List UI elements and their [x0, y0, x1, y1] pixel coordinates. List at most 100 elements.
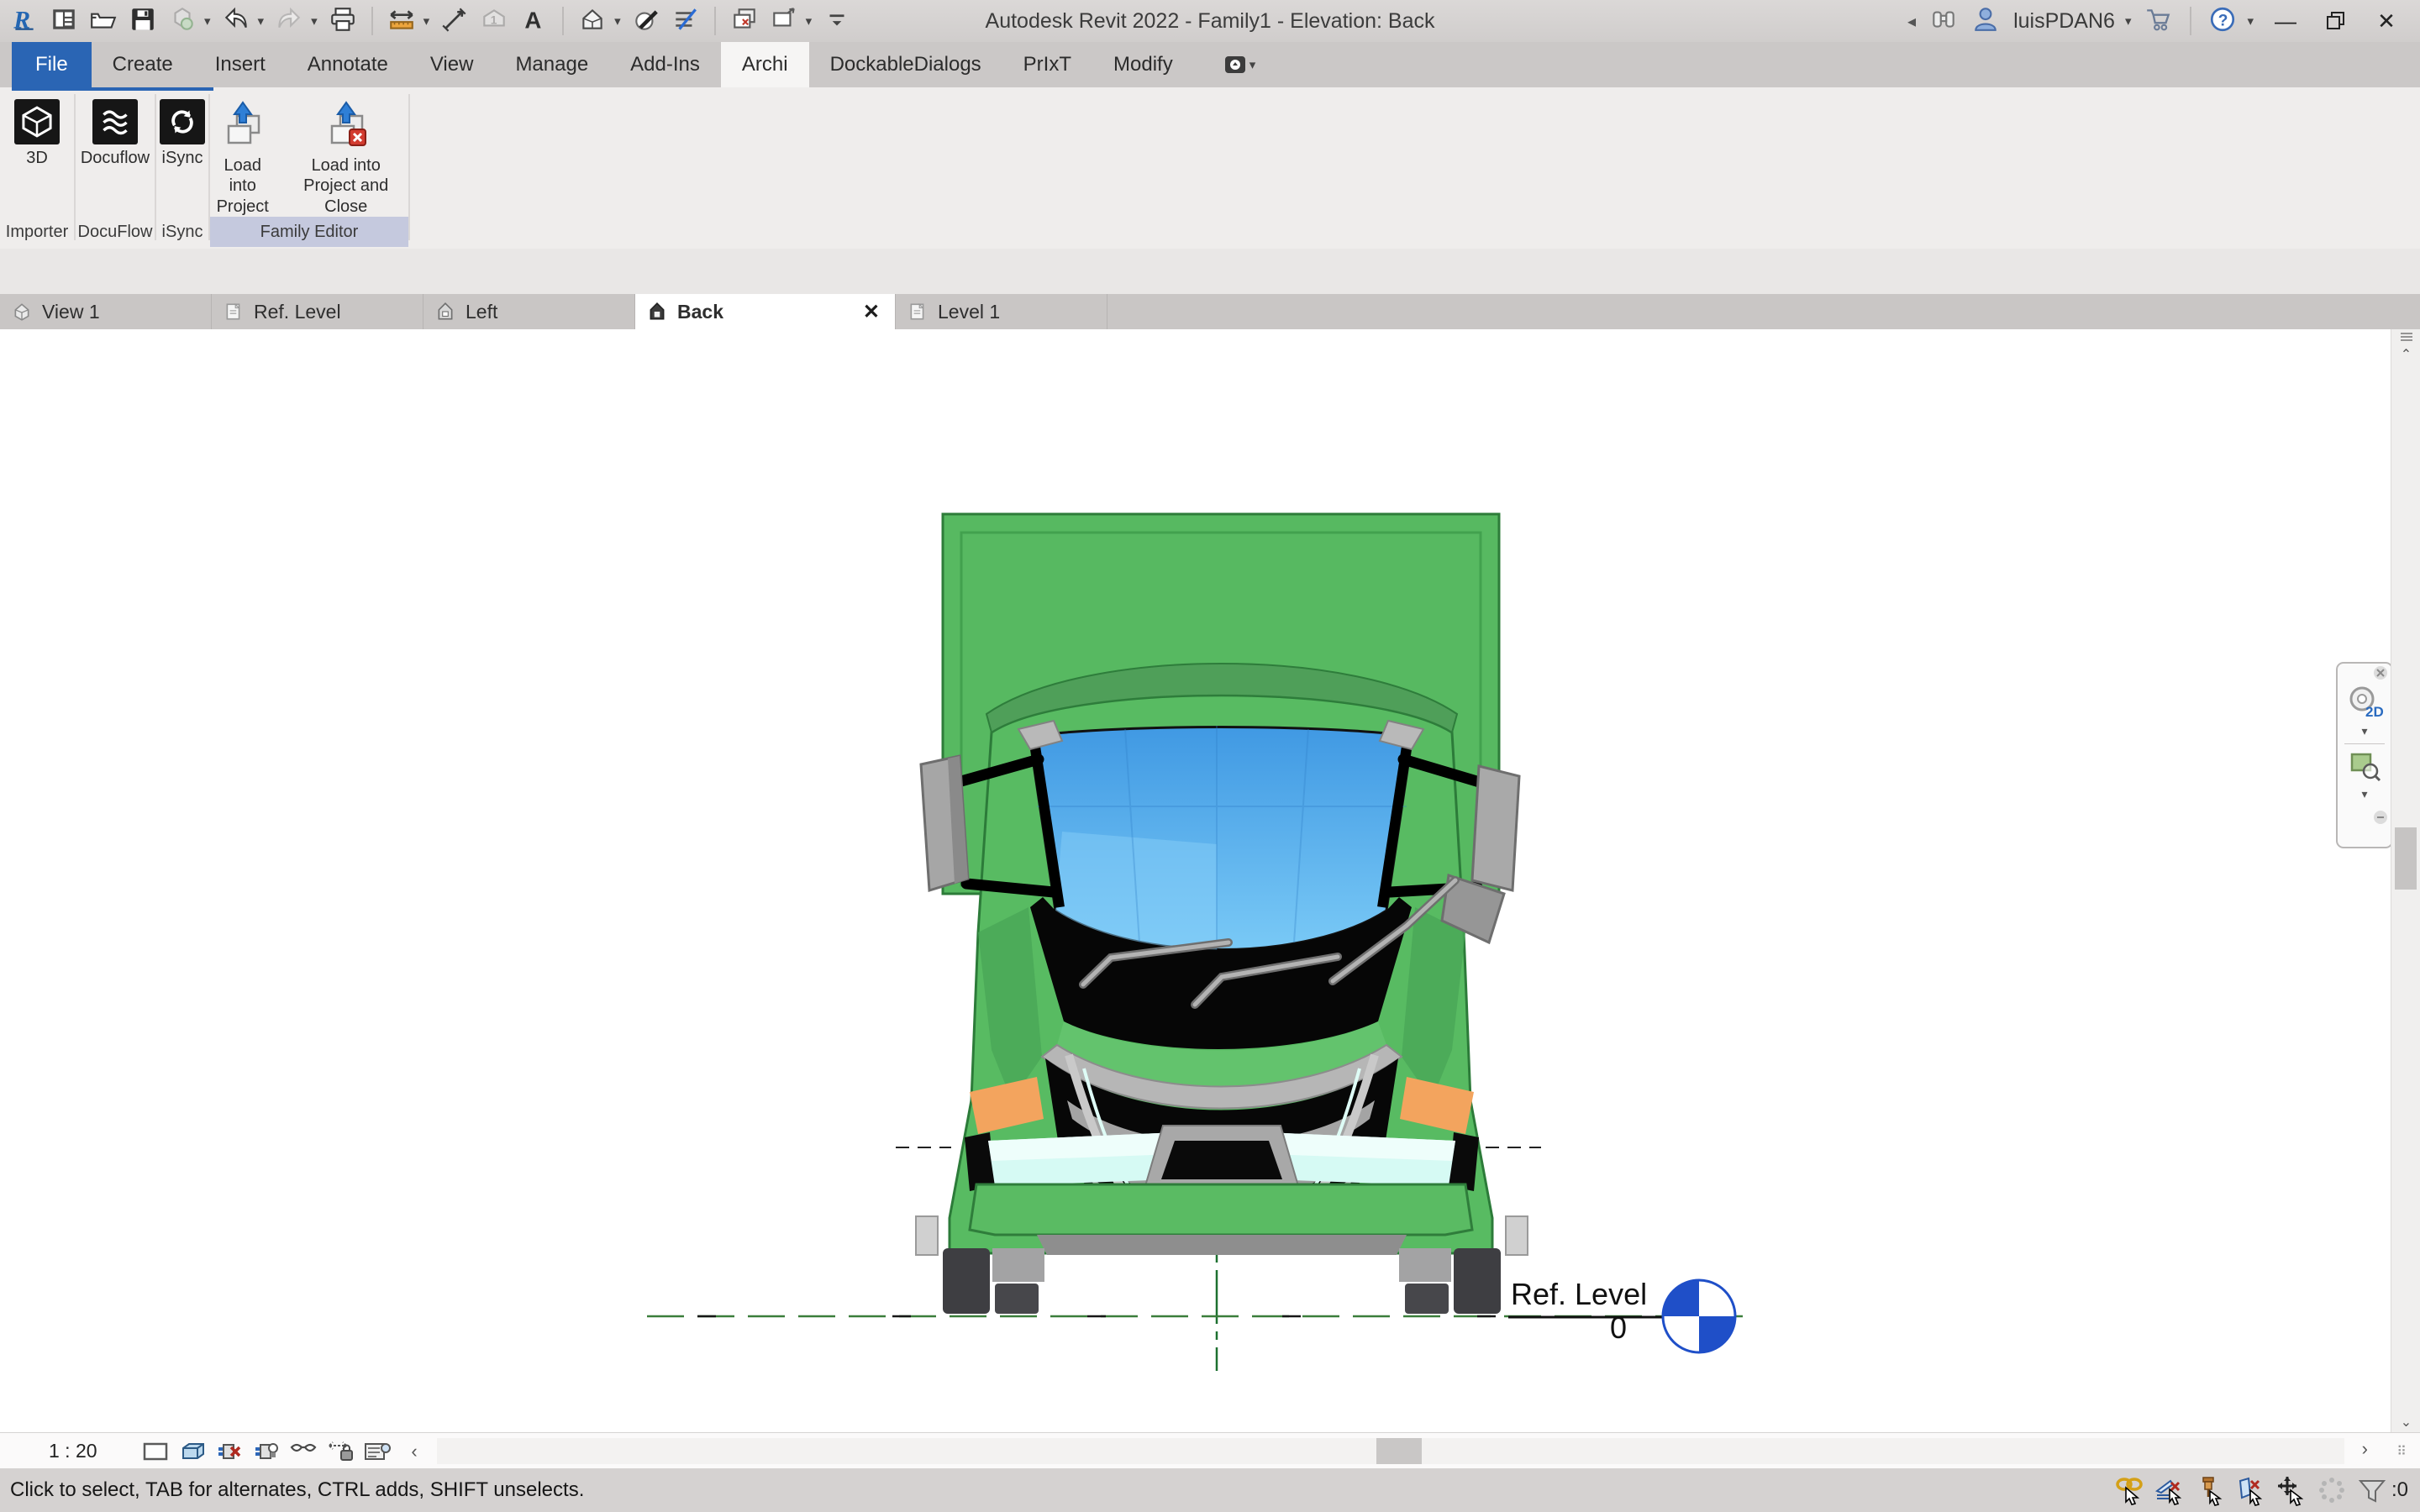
panel-label-importer[interactable]: Importer: [0, 217, 74, 247]
text-icon[interactable]: A: [519, 5, 548, 38]
redo-dropdown-icon[interactable]: ▾: [311, 13, 318, 29]
temporary-hide-isolate-icon[interactable]: [289, 1437, 318, 1466]
user-avatar-icon[interactable]: [1971, 5, 2000, 38]
ribbon-display-toggle[interactable]: ▾: [1223, 42, 1256, 87]
redo-icon[interactable]: [275, 5, 303, 38]
scrollbar-split-icon[interactable]: [2391, 329, 2420, 346]
close-hidden-windows-icon[interactable]: [730, 5, 759, 38]
switch-windows-dropdown-icon[interactable]: ▾: [806, 13, 813, 29]
open-icon[interactable]: [89, 5, 118, 38]
sun-path-icon[interactable]: [215, 1437, 244, 1466]
level-head-symbol[interactable]: [1660, 1278, 1738, 1355]
close-view-icon[interactable]: ✕: [863, 300, 880, 324]
tab-archi[interactable]: Archi: [721, 42, 809, 87]
aligned-dimension-icon[interactable]: [440, 5, 469, 38]
isync-button[interactable]: iSync: [160, 94, 205, 168]
horizontal-scrollbar[interactable]: [437, 1438, 2344, 1464]
sync-dropdown-icon[interactable]: ▾: [204, 13, 211, 29]
3d-view-dropdown-icon[interactable]: ▾: [614, 13, 621, 29]
docuflow-button[interactable]: Docuflow: [81, 94, 150, 168]
3d-view-icon: [12, 302, 32, 322]
show-crop-region-icon[interactable]: [363, 1437, 392, 1466]
panel-label-family-editor[interactable]: Family Editor: [210, 217, 408, 247]
detail-level-icon[interactable]: [141, 1437, 170, 1466]
signed-in-user[interactable]: luisPDAN6: [2013, 9, 2115, 34]
truck-family-geometry[interactable]: [911, 512, 1533, 1317]
save-icon[interactable]: [129, 5, 157, 38]
filter-icon[interactable]: [2356, 1474, 2388, 1506]
project-window-icon[interactable]: [50, 5, 78, 38]
restore-button[interactable]: [2317, 0, 2354, 42]
store-cart-icon[interactable]: [2144, 5, 2173, 38]
drawing-area[interactable]: Ref. Level 0 2D ▾ ▾ ⌃ ⌄: [0, 329, 2420, 1432]
tab-insert[interactable]: Insert: [194, 42, 287, 87]
level-elevation-value[interactable]: 0: [1610, 1310, 1627, 1346]
help-icon[interactable]: ?: [2208, 5, 2237, 38]
measure-dropdown-icon[interactable]: ▾: [424, 13, 430, 29]
resize-grip[interactable]: ⠿: [2396, 1443, 2408, 1460]
revit-logo[interactable]: R: [10, 5, 39, 38]
tab-modify[interactable]: Modify: [1092, 42, 1194, 87]
zoom-dropdown-icon[interactable]: ▾: [2361, 787, 2367, 801]
select-underlay-icon[interactable]: [2154, 1474, 2186, 1506]
tab-dockabledialogs[interactable]: DockableDialogs: [809, 42, 1002, 87]
tab-manage[interactable]: Manage: [494, 42, 609, 87]
measure-icon[interactable]: [387, 5, 416, 38]
load-into-project-button[interactable]: Load intoProject: [210, 94, 275, 217]
visual-style-icon[interactable]: [178, 1437, 207, 1466]
background-processes-icon[interactable]: [2316, 1474, 2348, 1506]
undo-dropdown-icon[interactable]: ▾: [258, 13, 265, 29]
quick-access-toolbar: R ▾ ▾ ▾ ▾ 1 A ▾ ▾: [0, 5, 851, 38]
3d-importer-button[interactable]: 3D: [14, 94, 60, 168]
sync-icon[interactable]: [168, 5, 197, 38]
switch-windows-icon[interactable]: [770, 5, 798, 38]
help-dropdown-icon[interactable]: ▾: [2247, 13, 2254, 29]
scroll-right-icon[interactable]: ›: [2362, 1438, 2368, 1460]
wheel-dropdown-icon[interactable]: ▾: [2361, 724, 2367, 738]
view-tab-back[interactable]: Back ✕: [635, 294, 896, 329]
tab-prixt[interactable]: PrIxT: [1002, 42, 1092, 87]
minimize-button[interactable]: —: [2267, 0, 2304, 42]
select-links-icon[interactable]: [2114, 1474, 2146, 1506]
vertical-scroll-thumb[interactable]: [2395, 827, 2417, 890]
view-tab-view1[interactable]: View 1: [0, 294, 212, 329]
thin-lines-icon[interactable]: [671, 5, 700, 38]
tab-add-ins[interactable]: Add-Ins: [609, 42, 721, 87]
vertical-scrollbar[interactable]: ⌃ ⌄: [2391, 329, 2420, 1432]
select-pinned-icon[interactable]: [2195, 1474, 2227, 1506]
panel-label-docuflow[interactable]: DocuFlow: [76, 217, 155, 247]
view-tab-level1[interactable]: Level 1: [896, 294, 1107, 329]
tab-annotate[interactable]: Annotate: [287, 42, 409, 87]
scroll-up-icon[interactable]: ⌃: [2391, 346, 2420, 363]
tab-file[interactable]: File: [12, 42, 92, 87]
navbar-minimize-icon[interactable]: [2373, 810, 2388, 829]
section-icon[interactable]: [632, 5, 660, 38]
view-tab-left[interactable]: Left: [424, 294, 635, 329]
undo-icon[interactable]: [222, 5, 250, 38]
drag-on-selection-icon[interactable]: [2275, 1474, 2307, 1506]
collapse-view-controls-icon[interactable]: ‹: [400, 1437, 429, 1466]
close-button[interactable]: ✕: [2368, 0, 2405, 42]
shadows-icon[interactable]: [252, 1437, 281, 1466]
steering-wheel-2d-icon[interactable]: 2D: [2345, 685, 2384, 724]
tag-icon[interactable]: 1: [480, 5, 508, 38]
tab-create[interactable]: Create: [92, 42, 194, 87]
load-into-project-and-close-button[interactable]: Load intoProject and Close: [283, 94, 408, 217]
default-3d-view-icon[interactable]: [578, 5, 607, 38]
print-icon[interactable]: [329, 5, 357, 38]
collapse-search-icon[interactable]: ◂: [1907, 11, 1916, 32]
level-name-label[interactable]: Ref. Level: [1511, 1277, 1647, 1312]
navbar-close-icon[interactable]: [2373, 665, 2388, 685]
view-scale[interactable]: 1 : 20: [49, 1440, 141, 1462]
view-tab-ref-level[interactable]: Ref. Level: [212, 294, 424, 329]
search-icon[interactable]: [1929, 5, 1958, 38]
user-dropdown-icon[interactable]: ▾: [2125, 13, 2132, 29]
panel-label-isync[interactable]: iSync: [156, 217, 208, 247]
crop-view-icon[interactable]: [326, 1437, 355, 1466]
select-by-face-icon[interactable]: [2235, 1474, 2267, 1506]
horizontal-scroll-thumb[interactable]: [1376, 1438, 1422, 1464]
zoom-region-icon[interactable]: [2347, 749, 2382, 787]
customize-qat-icon[interactable]: [823, 5, 851, 38]
scroll-down-icon[interactable]: ⌄: [2391, 1414, 2420, 1431]
tab-view[interactable]: View: [409, 42, 495, 87]
